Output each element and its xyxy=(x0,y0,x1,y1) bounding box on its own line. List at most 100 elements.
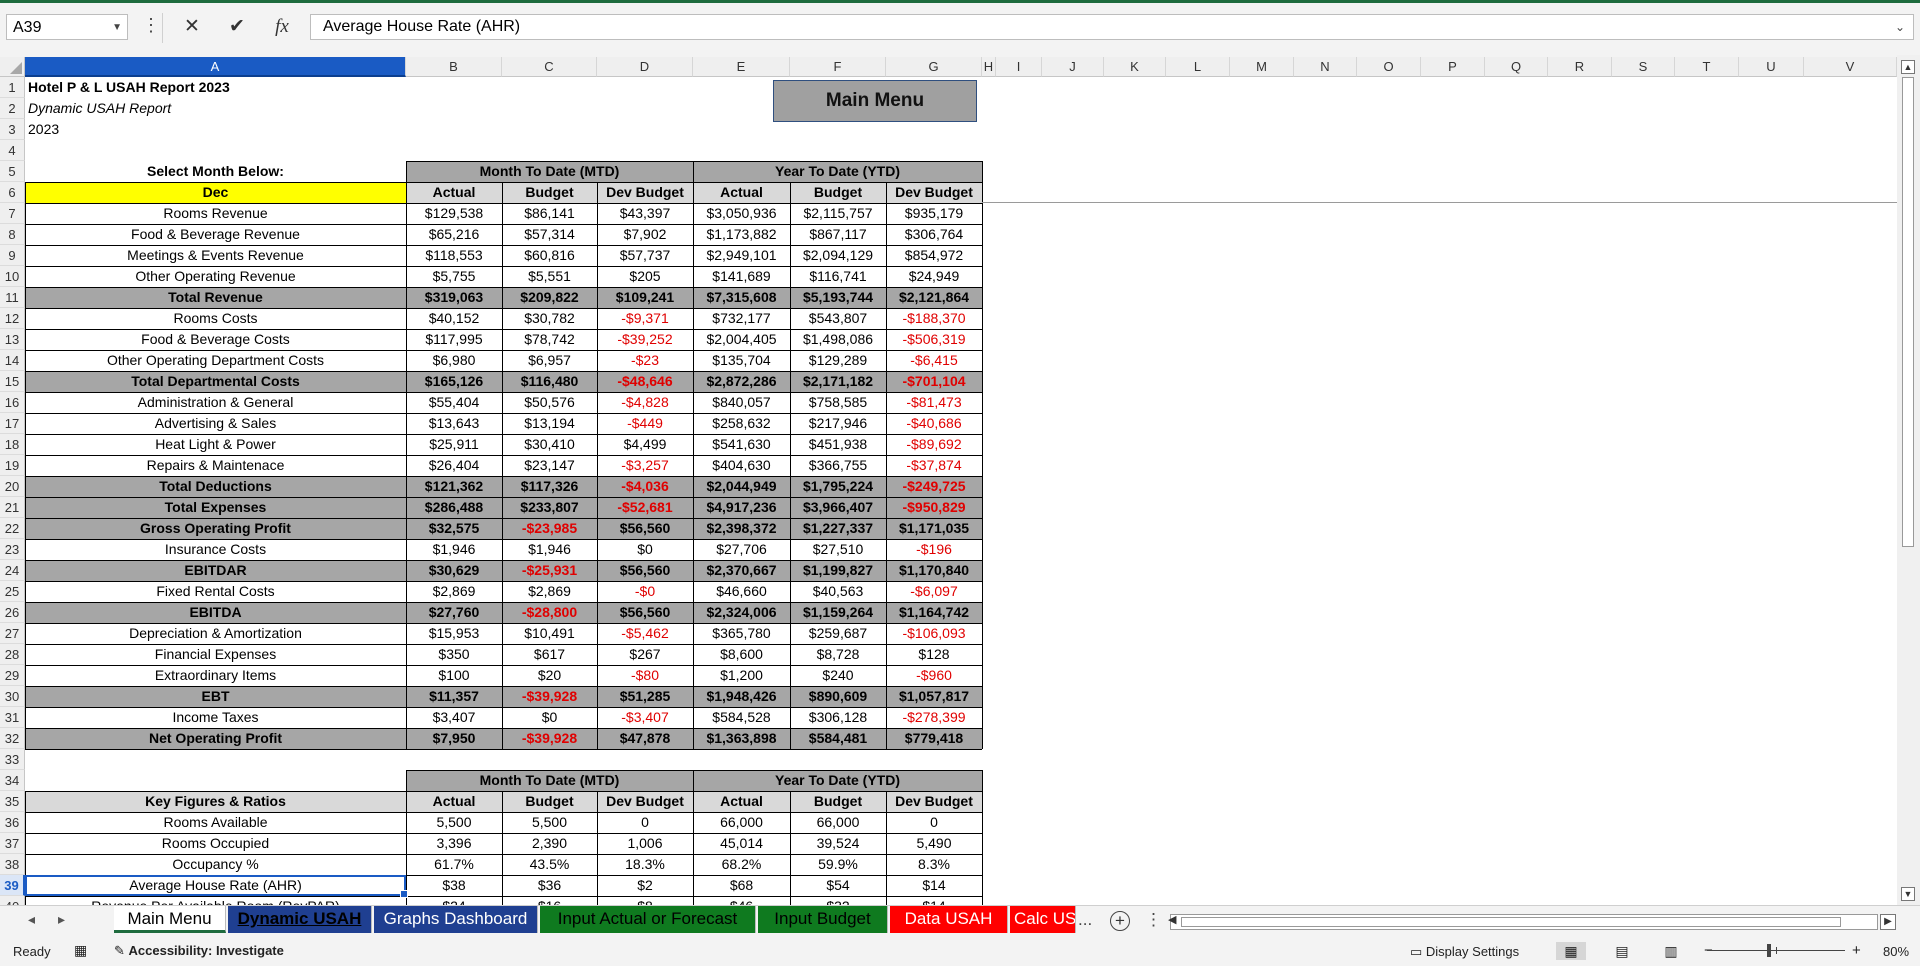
pl-value-cell[interactable]: $56,560 xyxy=(597,602,693,623)
kpi-value-cell[interactable]: 0 xyxy=(597,812,693,833)
tab-options-icon[interactable]: ⋮ xyxy=(1145,910,1162,930)
pl-value-cell[interactable]: $11,357 xyxy=(406,686,502,707)
zoom-slider-thumb[interactable] xyxy=(1767,944,1771,957)
column-header-r[interactable]: R xyxy=(1548,57,1612,77)
scroll-right-icon[interactable]: ▶ xyxy=(1880,914,1896,930)
kpi-value-cell[interactable]: $46 xyxy=(693,896,790,905)
pl-value-cell[interactable]: $109,241 xyxy=(597,287,693,308)
pl-value-cell[interactable]: $57,737 xyxy=(597,245,693,266)
row-header-18[interactable]: 18 xyxy=(0,434,25,455)
pl-value-cell[interactable]: $135,704 xyxy=(693,350,790,371)
pl-value-cell[interactable]: -$23 xyxy=(597,350,693,371)
row-header-35[interactable]: 35 xyxy=(0,791,25,812)
kpi-value-cell[interactable]: 0 xyxy=(886,812,982,833)
pl-value-cell[interactable]: $1,946 xyxy=(502,539,597,560)
row-header-19[interactable]: 19 xyxy=(0,455,25,476)
pl-value-cell[interactable]: -$80 xyxy=(597,665,693,686)
pl-value-cell[interactable]: $25,911 xyxy=(406,434,502,455)
vertical-scrollbar[interactable]: ▲ ▼ xyxy=(1897,55,1920,905)
kpi-label[interactable]: Key Figures & Ratios xyxy=(25,791,406,812)
pl-value-cell[interactable]: $30,629 xyxy=(406,560,502,581)
kpi-value-cell[interactable]: 43.5% xyxy=(502,854,597,875)
pl-value-cell[interactable]: -$106,093 xyxy=(886,623,982,644)
pl-row-label[interactable]: Income Taxes xyxy=(25,707,406,728)
pl-value-cell[interactable]: $319,063 xyxy=(406,287,502,308)
pl-value-cell[interactable]: $128 xyxy=(886,644,982,665)
pl-row-label[interactable]: Meetings & Events Revenue xyxy=(25,245,406,266)
pl-value-cell[interactable]: $117,326 xyxy=(502,476,597,497)
kpi-value-cell[interactable]: 39,524 xyxy=(790,833,886,854)
kpi-row-label[interactable]: Occupancy % xyxy=(25,854,406,875)
row-header-26[interactable]: 26 xyxy=(0,602,25,623)
pl-value-cell[interactable]: $46,660 xyxy=(693,581,790,602)
pl-value-cell[interactable]: $129,538 xyxy=(406,203,502,224)
pl-value-cell[interactable]: $26,404 xyxy=(406,455,502,476)
kpi-value-cell[interactable]: 66,000 xyxy=(790,812,886,833)
row-header-20[interactable]: 20 xyxy=(0,476,25,497)
pl-value-cell[interactable]: $27,760 xyxy=(406,602,502,623)
pl-row-label[interactable]: Heat Light & Power xyxy=(25,434,406,455)
pl-value-cell[interactable]: $141,689 xyxy=(693,266,790,287)
spreadsheet-grid[interactable]: A B C D E F G H I J K L M N O P Q R S T U V 1 2 3 4 5 6 7 8 9 10 11 12 13 1… xyxy=(0,55,1920,905)
pl-value-cell[interactable]: $8,600 xyxy=(693,644,790,665)
horizontal-scrollbar[interactable]: ◀ xyxy=(1168,914,1878,930)
column-label-ytd-2[interactable]: Dev Budget xyxy=(886,182,982,203)
kpi-value-cell[interactable]: $36 xyxy=(502,875,597,896)
sheet-tab-graphs-dashboard[interactable]: Graphs Dashboard xyxy=(374,906,538,933)
pl-value-cell[interactable]: $55,404 xyxy=(406,392,502,413)
pl-value-cell[interactable]: $56,560 xyxy=(597,518,693,539)
pl-value-cell[interactable]: -$6,097 xyxy=(886,581,982,602)
pl-value-cell[interactable]: $5,193,744 xyxy=(790,287,886,308)
pl-value-cell[interactable]: $840,057 xyxy=(693,392,790,413)
pl-value-cell[interactable]: $451,938 xyxy=(790,434,886,455)
pl-value-cell[interactable]: -$9,371 xyxy=(597,308,693,329)
pl-value-cell[interactable]: -$506,319 xyxy=(886,329,982,350)
pl-value-cell[interactable]: $935,179 xyxy=(886,203,982,224)
kpi-value-cell[interactable]: 1,006 xyxy=(597,833,693,854)
report-title[interactable]: Hotel P & L USAH Report 2023 xyxy=(25,77,502,98)
more-options-icon[interactable]: ⋮ xyxy=(142,15,160,36)
pl-value-cell[interactable]: -$3,257 xyxy=(597,455,693,476)
pl-value-cell[interactable]: $3,966,407 xyxy=(790,497,886,518)
column-header-f[interactable]: F xyxy=(790,57,886,77)
kpi-value-cell[interactable]: $14 xyxy=(886,875,982,896)
pl-value-cell[interactable]: $240 xyxy=(790,665,886,686)
kpi-ytd-header[interactable]: Year To Date (YTD) xyxy=(693,770,982,791)
pl-value-cell[interactable]: -$278,399 xyxy=(886,707,982,728)
kpi-value-cell[interactable]: 5,490 xyxy=(886,833,982,854)
pl-value-cell[interactable]: $47,878 xyxy=(597,728,693,749)
pl-value-cell[interactable]: $2,324,006 xyxy=(693,602,790,623)
kpi-value-cell[interactable]: $14 xyxy=(886,896,982,905)
pl-value-cell[interactable]: $779,418 xyxy=(886,728,982,749)
pl-value-cell[interactable]: $205 xyxy=(597,266,693,287)
row-header-28[interactable]: 28 xyxy=(0,644,25,665)
pl-value-cell[interactable]: $365,780 xyxy=(693,623,790,644)
column-header-j[interactable]: J xyxy=(1042,57,1104,77)
pl-value-cell[interactable]: $129,289 xyxy=(790,350,886,371)
kpi-value-cell[interactable]: 59.9% xyxy=(790,854,886,875)
pl-value-cell[interactable]: $350 xyxy=(406,644,502,665)
kpi-value-cell[interactable]: 5,500 xyxy=(406,812,502,833)
column-header-m[interactable]: M xyxy=(1230,57,1294,77)
row-header-31[interactable]: 31 xyxy=(0,707,25,728)
column-header-o[interactable]: O xyxy=(1357,57,1421,77)
pl-value-cell[interactable]: $584,481 xyxy=(790,728,886,749)
pl-value-cell[interactable]: $758,585 xyxy=(790,392,886,413)
insert-function-icon[interactable]: fx xyxy=(267,13,297,41)
pl-value-cell[interactable]: $217,946 xyxy=(790,413,886,434)
row-header-4[interactable]: 4 xyxy=(0,140,25,161)
pl-value-cell[interactable]: $56,560 xyxy=(597,560,693,581)
accessibility-status[interactable]: ✎ Accessibility: Investigate xyxy=(114,943,284,959)
pl-value-cell[interactable]: $1,948,426 xyxy=(693,686,790,707)
report-subtitle[interactable]: Dynamic USAH Report xyxy=(25,98,502,119)
pl-value-cell[interactable]: -$950,829 xyxy=(886,497,982,518)
kpi-column-label-0[interactable]: Actual xyxy=(406,791,502,812)
kpi-value-cell[interactable]: 68.2% xyxy=(693,854,790,875)
row-header-32[interactable]: 32 xyxy=(0,728,25,749)
row-header-34[interactable]: 34 xyxy=(0,770,25,791)
column-header-k[interactable]: K xyxy=(1104,57,1166,77)
column-header-q[interactable]: Q xyxy=(1485,57,1548,77)
row-header-9[interactable]: 9 xyxy=(0,245,25,266)
pl-value-cell[interactable]: $60,816 xyxy=(502,245,597,266)
pl-value-cell[interactable]: $1,159,264 xyxy=(790,602,886,623)
